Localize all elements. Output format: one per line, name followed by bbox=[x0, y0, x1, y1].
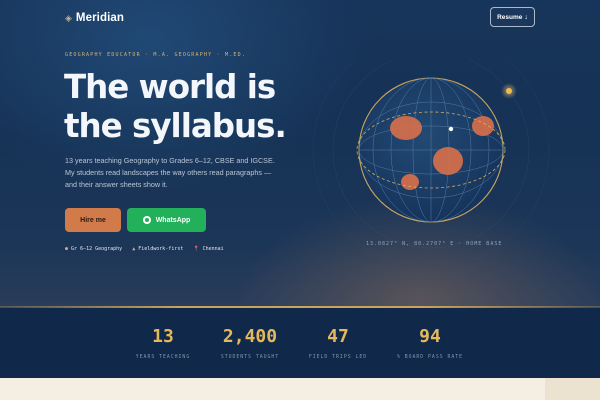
location-pin-icon: 📍 bbox=[193, 246, 200, 252]
stat-value: 94 bbox=[419, 326, 441, 347]
whatsapp-label: WhatsApp bbox=[155, 216, 191, 224]
meta-item-fieldwork: ▲ Fieldwork-first bbox=[132, 246, 183, 252]
stat-field-trips: 47 FIELD TRIPS LED bbox=[293, 326, 383, 360]
brand-name: Meridian bbox=[75, 12, 125, 24]
hire-me-button[interactable]: Hire me bbox=[65, 208, 121, 232]
download-arrow-icon: ↓ bbox=[524, 13, 528, 21]
meta-item-location: 📍 Chennai bbox=[193, 246, 223, 252]
stat-years-teaching: 13 YEARS TEACHING bbox=[118, 326, 208, 360]
stat-label: YEARS TEACHING bbox=[135, 355, 191, 360]
lede-line-3: and their answer sheets show it. bbox=[65, 180, 168, 189]
globe-icon bbox=[312, 60, 550, 260]
next-section-top bbox=[0, 378, 600, 400]
eyebrow-credentials: GEOGRAPHY EDUCATOR · M.A. GEOGRAPHY · M.… bbox=[65, 52, 247, 58]
hero-section: ◈ Meridian Resume ↓ GEOGRAPHY EDUCATOR ·… bbox=[0, 0, 600, 307]
meta-text: Fieldwork-first bbox=[138, 246, 184, 252]
stat-label: STUDENTS TAUGHT bbox=[220, 355, 280, 360]
landing-page: ◈ Meridian Resume ↓ GEOGRAPHY EDUCATOR ·… bbox=[0, 0, 600, 400]
stat-label: FIELD TRIPS LED bbox=[308, 355, 368, 360]
whatsapp-button[interactable]: WhatsApp bbox=[127, 208, 206, 232]
lede-line-2: My students read landscapes the way othe… bbox=[65, 168, 272, 177]
meta-text: Gr 6–12 Geography bbox=[71, 246, 123, 252]
brand-diamond-icon: ◈ bbox=[65, 13, 72, 23]
stat-students-taught: 2,400 STUDENTS TAUGHT bbox=[205, 326, 295, 360]
meta-item-grades: ● Gr 6–12 Geography bbox=[65, 246, 122, 252]
next-section-panel bbox=[545, 378, 600, 400]
globe-illustration bbox=[300, 60, 580, 260]
stat-value: 13 bbox=[152, 326, 174, 347]
resume-label: Resume bbox=[497, 13, 523, 21]
meta-list: ● Gr 6–12 Geography ▲ Fieldwork-first 📍 … bbox=[65, 244, 224, 254]
hire-me-label: Hire me bbox=[80, 216, 106, 224]
whatsapp-icon bbox=[142, 216, 151, 224]
home-coordinates: 13.0827° N, 80.2707° E · HOME BASE bbox=[366, 241, 503, 247]
stat-pass-rate: 94 % BOARD PASS RATE bbox=[385, 326, 475, 360]
stat-label: % BOARD PASS RATE bbox=[396, 355, 464, 360]
resume-button[interactable]: Resume ↓ bbox=[490, 7, 535, 27]
lede-line-1: 13 years teaching Geography to Grades 6–… bbox=[65, 156, 275, 165]
dot-icon: ● bbox=[65, 246, 69, 252]
stat-value: 2,400 bbox=[222, 326, 278, 347]
brand-logo[interactable]: ◈ Meridian bbox=[65, 10, 124, 26]
stats-band: 13 YEARS TEACHING 2,400 STUDENTS TAUGHT … bbox=[0, 308, 600, 378]
hero-description: 13 years teaching Geography to Grades 6–… bbox=[65, 155, 315, 191]
meta-text: Chennai bbox=[202, 246, 224, 252]
mountain-icon: ▲ bbox=[132, 246, 136, 252]
stat-value: 47 bbox=[327, 326, 349, 347]
